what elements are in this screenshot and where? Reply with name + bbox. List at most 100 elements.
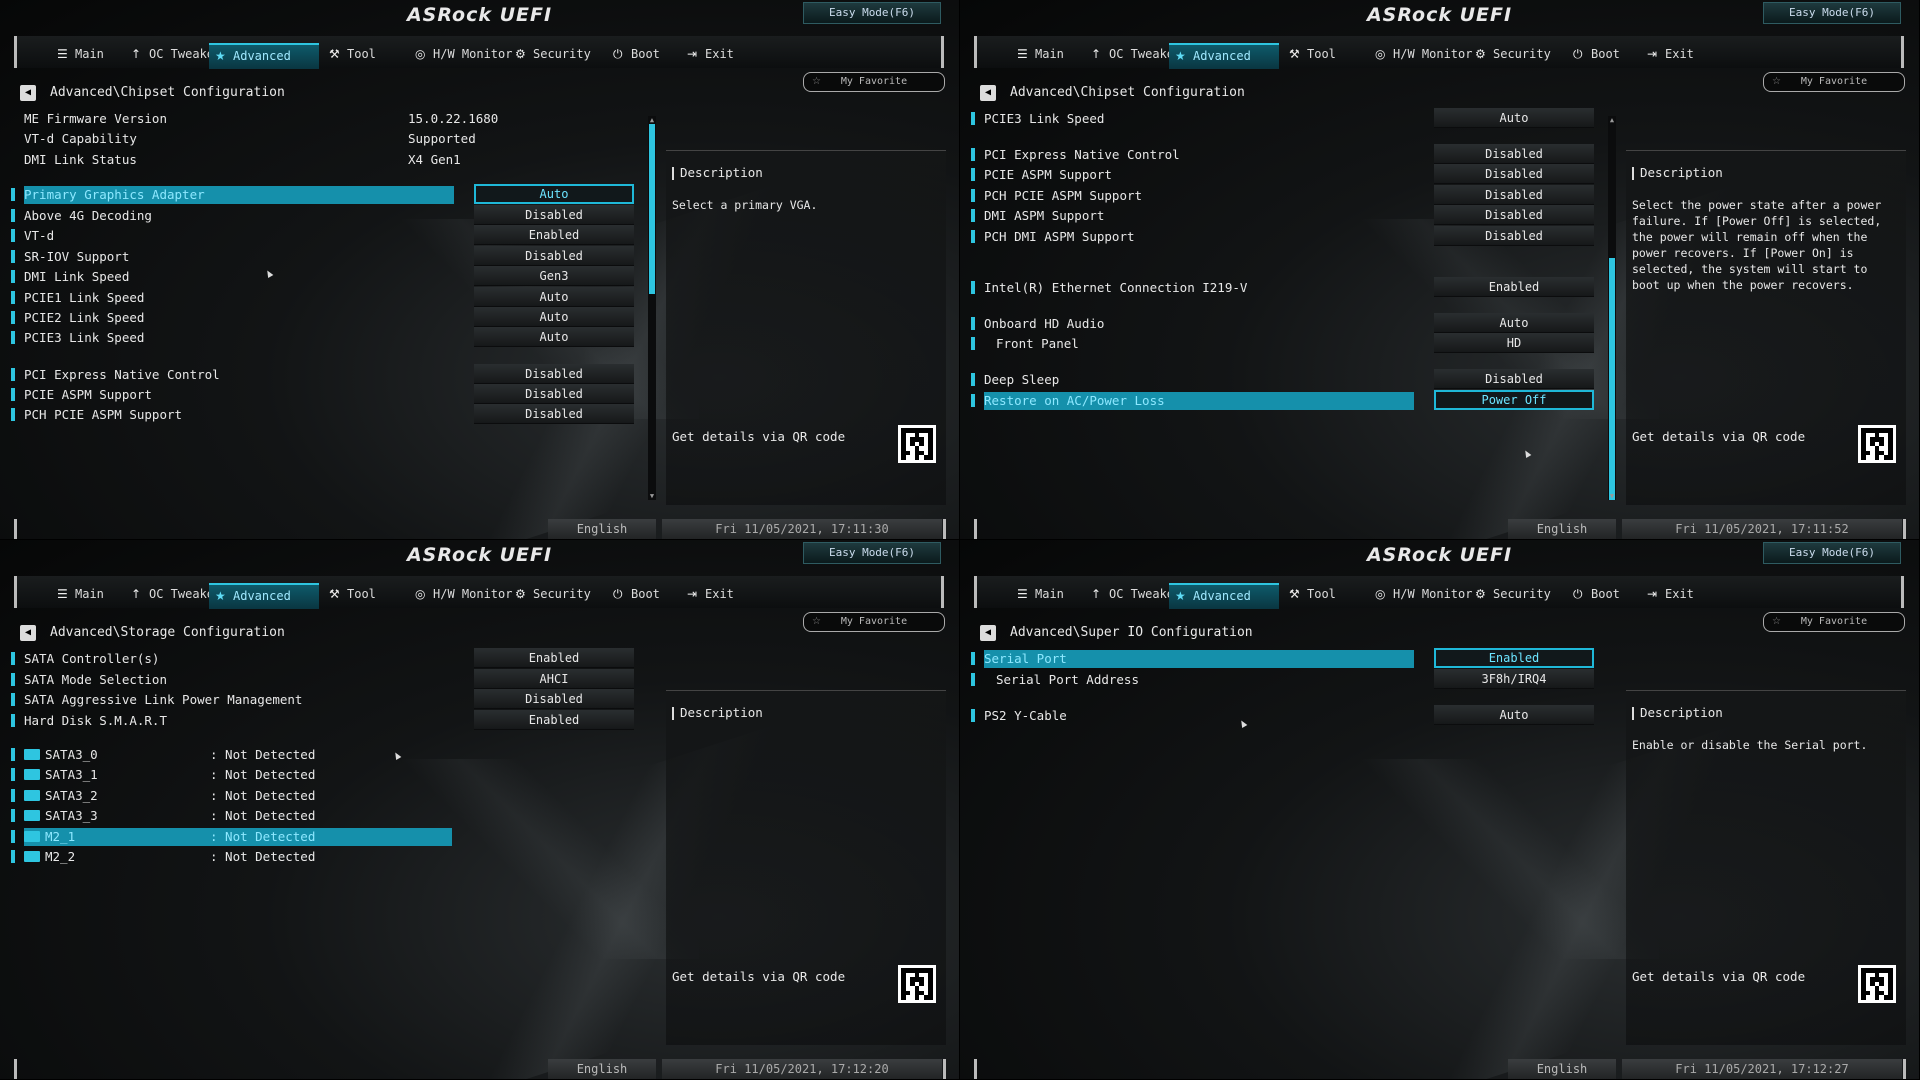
setting-value-button[interactable]: Disabled	[474, 246, 634, 266]
setting-row[interactable]: Intel(R) Ethernet Connection I219-V Enabl…	[960, 277, 1620, 297]
tab-h-w-monitor[interactable]: ◎ H/W Monitor	[1369, 43, 1478, 69]
setting-row[interactable]: Onboard HD Audio Auto	[960, 313, 1620, 333]
setting-row[interactable]: PCIE2 Link Speed Auto	[0, 307, 660, 327]
tab-main[interactable]: ☰ Main	[1011, 43, 1071, 69]
language-selector[interactable]: English	[1508, 1059, 1616, 1079]
tab-boot[interactable]: ⏻ Boot	[607, 583, 666, 609]
setting-value-button[interactable]: Auto	[1434, 108, 1594, 128]
setting-row[interactable]: Above 4G Decoding Disabled	[0, 205, 660, 225]
storage-device-row[interactable]: SATA3_1: Not Detected	[0, 764, 660, 784]
tab-h-w-monitor[interactable]: ◎ H/W Monitor	[1369, 583, 1478, 609]
back-arrow-icon[interactable]: ◀	[980, 85, 996, 101]
setting-row[interactable]: SATA Aggressive Link Power Management Dis…	[0, 689, 660, 709]
tab-security[interactable]: ⚙ Security	[1469, 43, 1557, 69]
setting-row[interactable]: Serial Port Enabled	[960, 648, 1620, 668]
tab-advanced[interactable]: ★ Advanced	[209, 43, 319, 69]
setting-value-button[interactable]: Disabled	[474, 384, 634, 404]
setting-row[interactable]: Primary Graphics Adapter Auto	[0, 184, 660, 204]
setting-value-button[interactable]: Auto	[1434, 313, 1594, 333]
setting-row[interactable]: PCIE3 Link Speed Auto	[0, 327, 660, 347]
language-selector[interactable]: English	[1508, 519, 1616, 539]
setting-value-button[interactable]: Auto	[474, 307, 634, 327]
storage-device-row[interactable]: SATA3_2: Not Detected	[0, 785, 660, 805]
setting-value-button[interactable]: Disabled	[1434, 164, 1594, 184]
language-selector[interactable]: English	[548, 519, 656, 539]
setting-value-button[interactable]: Disabled	[1434, 205, 1594, 225]
setting-value-button[interactable]: Disabled	[474, 404, 634, 424]
setting-value-button[interactable]: Disabled	[474, 364, 634, 384]
setting-value-button[interactable]: Disabled	[1434, 226, 1594, 246]
setting-value-button[interactable]: Power Off	[1434, 390, 1594, 410]
setting-row[interactable]: DMI Link Speed Gen3	[0, 266, 660, 286]
setting-value-button[interactable]: Disabled	[474, 205, 634, 225]
setting-value-button[interactable]: Disabled	[1434, 185, 1594, 205]
tab-advanced[interactable]: ★ Advanced	[1169, 43, 1279, 69]
scroll-up-icon[interactable]: ▲	[1608, 116, 1616, 124]
my-favorite-button[interactable]: ☆ My Favorite	[803, 612, 945, 632]
scroll-down-icon[interactable]: ▼	[648, 492, 656, 500]
scrollbar[interactable]: ▲ ▼	[1608, 116, 1616, 500]
setting-value-button[interactable]: Disabled	[1434, 144, 1594, 164]
setting-value-button[interactable]: Auto	[1434, 705, 1594, 725]
tab-security[interactable]: ⚙ Security	[509, 583, 597, 609]
setting-row[interactable]: DMI ASPM Support Disabled	[960, 205, 1620, 225]
setting-value-button[interactable]: Enabled	[1434, 277, 1594, 297]
setting-row[interactable]: PCH PCIE ASPM Support Disabled	[960, 185, 1620, 205]
tab-security[interactable]: ⚙ Security	[1469, 583, 1557, 609]
tab-security[interactable]: ⚙ Security	[509, 43, 597, 69]
setting-value-button[interactable]: Disabled	[474, 689, 634, 709]
tab-boot[interactable]: ⏻ Boot	[607, 43, 666, 69]
tab-exit[interactable]: ⇥ Exit	[681, 583, 741, 609]
storage-device-row[interactable]: SATA3_0: Not Detected	[0, 744, 660, 764]
easy-mode-button[interactable]: Easy Mode(F6)	[1763, 542, 1901, 564]
setting-value-button[interactable]: 3F8h/IRQ4	[1434, 669, 1594, 689]
setting-value-button[interactable]: HD	[1434, 333, 1594, 353]
setting-row[interactable]: PS2 Y-Cable Auto	[960, 705, 1620, 725]
setting-value-button[interactable]: Auto	[474, 287, 634, 307]
setting-value-button[interactable]: Disabled	[1434, 369, 1594, 389]
my-favorite-button[interactable]: ☆ My Favorite	[803, 72, 945, 92]
storage-device-row[interactable]: SATA3_3: Not Detected	[0, 805, 660, 825]
scroll-up-icon[interactable]: ▲	[648, 116, 656, 124]
setting-row[interactable]: SATA Controller(s) Enabled	[0, 648, 660, 668]
setting-row[interactable]: Deep Sleep Disabled	[960, 369, 1620, 389]
setting-value-button[interactable]: Enabled	[1434, 648, 1594, 668]
tab-main[interactable]: ☰ Main	[1011, 583, 1071, 609]
setting-row[interactable]: SATA Mode Selection AHCI	[0, 669, 660, 689]
setting-row[interactable]: PCIE ASPM Support Disabled	[960, 164, 1620, 184]
easy-mode-button[interactable]: Easy Mode(F6)	[803, 2, 941, 24]
scrollbar[interactable]: ▲ ▼	[648, 116, 656, 500]
setting-row[interactable]: PCIE ASPM Support Disabled	[0, 384, 660, 404]
setting-row[interactable]: PCIE3 Link Speed Auto	[960, 108, 1620, 128]
tab-boot[interactable]: ⏻ Boot	[1567, 583, 1626, 609]
tab-tool[interactable]: ⚒ Tool	[1283, 583, 1342, 609]
setting-value-button[interactable]: AHCI	[474, 669, 634, 689]
setting-value-button[interactable]: Enabled	[474, 225, 634, 245]
storage-device-row[interactable]: M2_2: Not Detected	[0, 846, 660, 866]
easy-mode-button[interactable]: Easy Mode(F6)	[803, 542, 941, 564]
scroll-down-icon[interactable]: ▼	[1608, 492, 1616, 500]
back-arrow-icon[interactable]: ◀	[20, 625, 36, 641]
setting-row[interactable]: SR-IOV Support Disabled	[0, 246, 660, 266]
back-arrow-icon[interactable]: ◀	[980, 625, 996, 641]
setting-row[interactable]: PCH PCIE ASPM Support Disabled	[0, 404, 660, 424]
tab-tool[interactable]: ⚒ Tool	[323, 43, 382, 69]
setting-value-button[interactable]: Auto	[474, 184, 634, 204]
tab-tool[interactable]: ⚒ Tool	[323, 583, 382, 609]
storage-device-row[interactable]: M2_1: Not Detected	[0, 826, 660, 846]
tab-advanced[interactable]: ★ Advanced	[1169, 583, 1279, 609]
language-selector[interactable]: English	[548, 1059, 656, 1079]
easy-mode-button[interactable]: Easy Mode(F6)	[1763, 2, 1901, 24]
setting-row[interactable]: PCI Express Native Control Disabled	[960, 144, 1620, 164]
tab-exit[interactable]: ⇥ Exit	[1641, 583, 1701, 609]
tab-boot[interactable]: ⏻ Boot	[1567, 43, 1626, 69]
setting-row[interactable]: PCH DMI ASPM Support Disabled	[960, 226, 1620, 246]
tab-main[interactable]: ☰ Main	[51, 583, 111, 609]
setting-value-button[interactable]: Auto	[474, 327, 634, 347]
tab-h-w-monitor[interactable]: ◎ H/W Monitor	[409, 43, 518, 69]
back-arrow-icon[interactable]: ◀	[20, 85, 36, 101]
scrollbar-thumb[interactable]	[1609, 258, 1615, 500]
setting-row[interactable]: PCI Express Native Control Disabled	[0, 364, 660, 384]
setting-row[interactable]: VT-d Enabled	[0, 225, 660, 245]
setting-value-button[interactable]: Enabled	[474, 710, 634, 730]
